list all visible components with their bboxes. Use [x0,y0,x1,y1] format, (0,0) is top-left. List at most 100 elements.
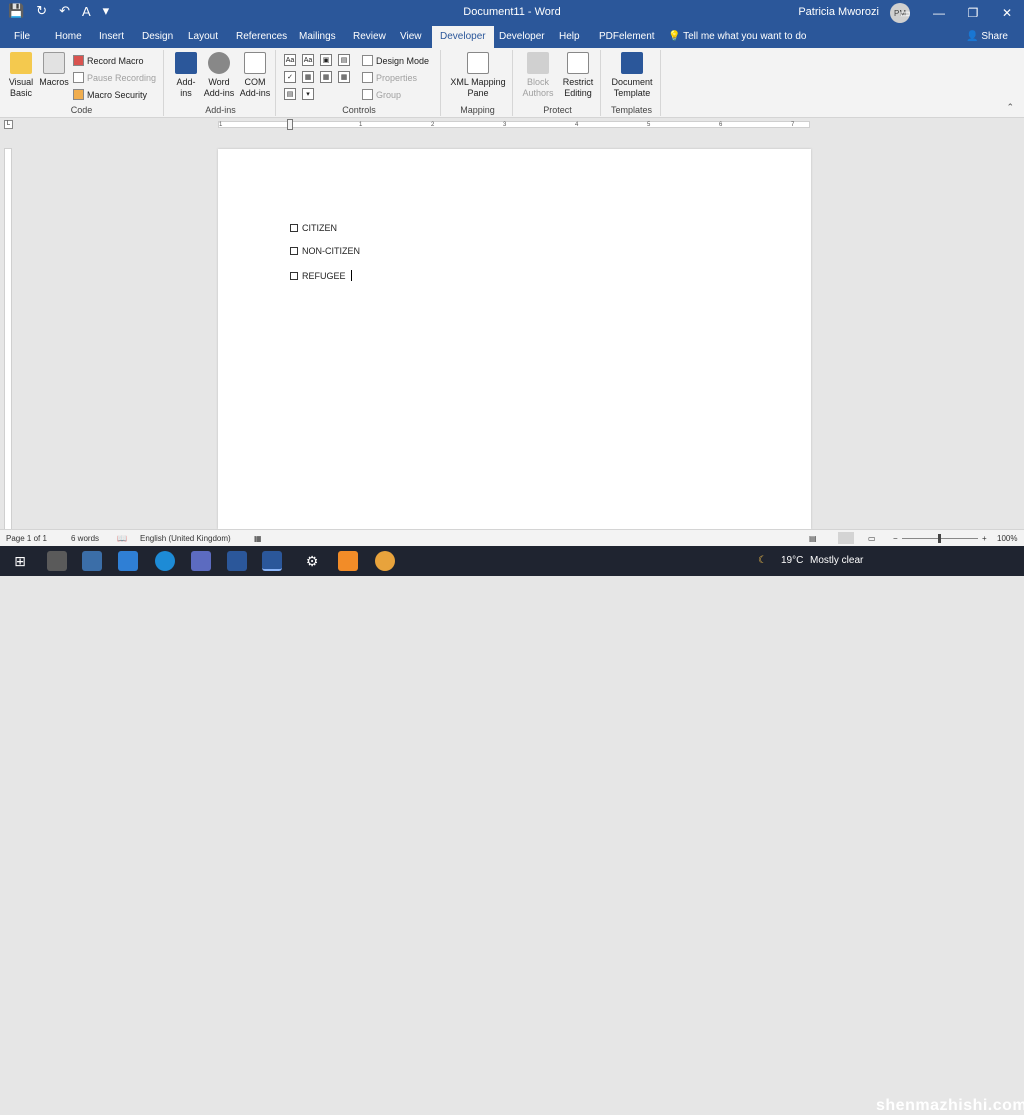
indent-marker[interactable] [287,119,293,130]
xml-mapping-pane-button[interactable]: XML Mapping Pane [447,52,509,99]
store-icon[interactable] [82,551,102,571]
print-layout-icon[interactable] [838,532,854,544]
weather-temp[interactable]: 19°C [781,555,803,566]
xml-mapping-icon [467,52,489,74]
properties-button[interactable]: Properties [362,72,417,83]
rich-text-control-icon[interactable]: Aa [284,54,296,66]
close-icon[interactable]: ✕ [990,0,1024,26]
ruler-number: 7 [791,122,795,128]
group-button[interactable]: Group [362,89,401,100]
ruler-number: 1 [219,122,223,128]
add-ins-icon [175,52,197,74]
app-icon[interactable] [227,551,247,571]
read-mode-icon[interactable]: ▤ [809,534,817,543]
com-add-ins-button[interactable]: COM Add-ins [238,52,272,99]
edge-icon[interactable] [155,551,175,571]
moon-weather-icon[interactable]: ☾ [758,555,767,566]
task-view-icon[interactable] [47,551,67,571]
language-indicator[interactable]: English (United Kingdom) [140,534,231,543]
collapse-ribbon-icon[interactable]: ⌃ [1006,102,1014,113]
checkbox-label: NON-CITIZEN [302,246,360,256]
block-authors-button[interactable]: Block Authors [519,52,557,99]
restrict-editing-button[interactable]: Restrict Editing [559,52,597,99]
zoom-slider-handle[interactable] [938,534,941,543]
tab-mailings[interactable]: Mailings [299,31,336,42]
zoom-in-icon[interactable]: + [982,534,987,543]
tab-developer[interactable]: Developer [499,31,545,42]
tab-insert[interactable]: Insert [99,31,124,42]
repeating-section-control-icon[interactable]: ▤ [284,88,296,100]
group-label-templates: Templates [610,105,653,115]
tab-selector-icon[interactable]: L [4,120,13,129]
checkbox-item-non-citizen[interactable]: NON-CITIZEN [290,246,360,256]
taskbar: ⊞ ⚙ ☾ 19°C Mostly clear shenmazhishi.com [0,546,1024,1114]
status-bar: Page 1 of 1 6 words 📖 English (United Ki… [0,529,1024,546]
zoom-out-icon[interactable]: − [893,534,898,543]
tab-references[interactable]: References [236,31,287,42]
vlc-icon[interactable] [338,551,358,571]
web-layout-icon[interactable]: ▭ [868,534,876,543]
design-mode-icon [362,55,373,66]
tab-developer-active[interactable]: Developer [432,26,494,48]
group-label-code: Code [70,105,93,115]
share-button[interactable]: 👤 Share [966,31,1008,42]
building-block-control-icon[interactable]: ▤ [338,54,350,66]
pause-recording-button[interactable]: Pause Recording [73,72,156,83]
combo-box-control-icon[interactable]: ▦ [302,71,314,83]
tab-design[interactable]: Design [142,31,173,42]
checkbox-icon[interactable] [290,224,298,232]
minimize-icon[interactable]: — [922,0,956,26]
gear-icon [208,52,230,74]
picture-control-icon[interactable]: ▣ [320,54,332,66]
zoom-level[interactable]: 100% [997,534,1017,543]
vertical-ruler[interactable] [4,148,12,530]
checkbox-control-icon[interactable]: ✓ [284,71,296,83]
content-controls-grid: Aa Aa ▣ ▤ ✓ ▦ ▦ ▦ ▤ ▾ [284,54,354,100]
word-add-ins-button[interactable]: Word Add-ins [202,52,236,99]
user-name[interactable]: Patricia Mworozi [798,6,879,18]
date-picker-control-icon[interactable]: ▦ [338,71,350,83]
page-count[interactable]: Page 1 of 1 [6,534,47,543]
document-template-button[interactable]: Document Template [606,52,658,99]
checkbox-item-refugee[interactable]: REFUGEE [290,270,352,281]
tab-view[interactable]: View [400,31,422,42]
macro-security-button[interactable]: Macro Security [73,89,147,100]
visual-basic-button[interactable]: Visual Basic [6,52,36,99]
tab-pdfelement[interactable]: PDFelement [599,31,655,42]
word-count[interactable]: 6 words [71,534,99,543]
tell-me-search[interactable]: 💡 Tell me what you want to do [668,31,806,42]
group-mapping: XML Mapping Pane Mapping [443,50,513,116]
design-mode-button[interactable]: Design Mode [362,55,429,66]
add-ins-button[interactable]: Add-ins [172,52,200,99]
ribbon-display-icon[interactable]: ▭ [888,0,922,26]
checkbox-icon[interactable] [290,247,298,255]
plain-text-control-icon[interactable]: Aa [302,54,314,66]
settings-gear-icon[interactable]: ⚙ [302,551,322,571]
dropdown-control-icon[interactable]: ▦ [320,71,332,83]
proofing-icon[interactable]: 📖 [117,534,127,543]
mail-icon[interactable] [118,551,138,571]
tab-help[interactable]: Help [559,31,580,42]
macros-button[interactable]: Macros [38,52,70,88]
tab-home[interactable]: Home [55,31,82,42]
com-add-ins-icon [244,52,266,74]
checkbox-item-citizen[interactable]: CITIZEN [290,223,337,233]
checkbox-icon[interactable] [290,271,298,280]
word-taskbar-icon[interactable] [262,551,282,571]
windows-start-icon[interactable]: ⊞ [10,551,30,571]
word-document-icon [621,52,643,74]
document-page[interactable]: CITIZEN NON-CITIZEN REFUGEE [218,149,811,529]
chrome-icon[interactable] [375,551,395,571]
accessibility-icon[interactable]: ▦ [254,534,262,543]
weather-desc[interactable]: Mostly clear [810,555,863,566]
restore-icon[interactable]: ❐ [956,0,990,26]
tab-review[interactable]: Review [353,31,386,42]
photos-icon[interactable] [191,551,211,571]
tab-file[interactable]: File [14,31,30,42]
horizontal-ruler[interactable]: 1 1 2 3 4 5 6 7 [218,119,810,130]
group-templates: Document Template Templates [603,50,661,116]
window-controls: ▭ — ❐ ✕ [888,0,1024,26]
legacy-tools-icon[interactable]: ▾ [302,88,314,100]
tab-layout[interactable]: Layout [188,31,218,42]
record-macro-button[interactable]: Record Macro [73,55,144,66]
